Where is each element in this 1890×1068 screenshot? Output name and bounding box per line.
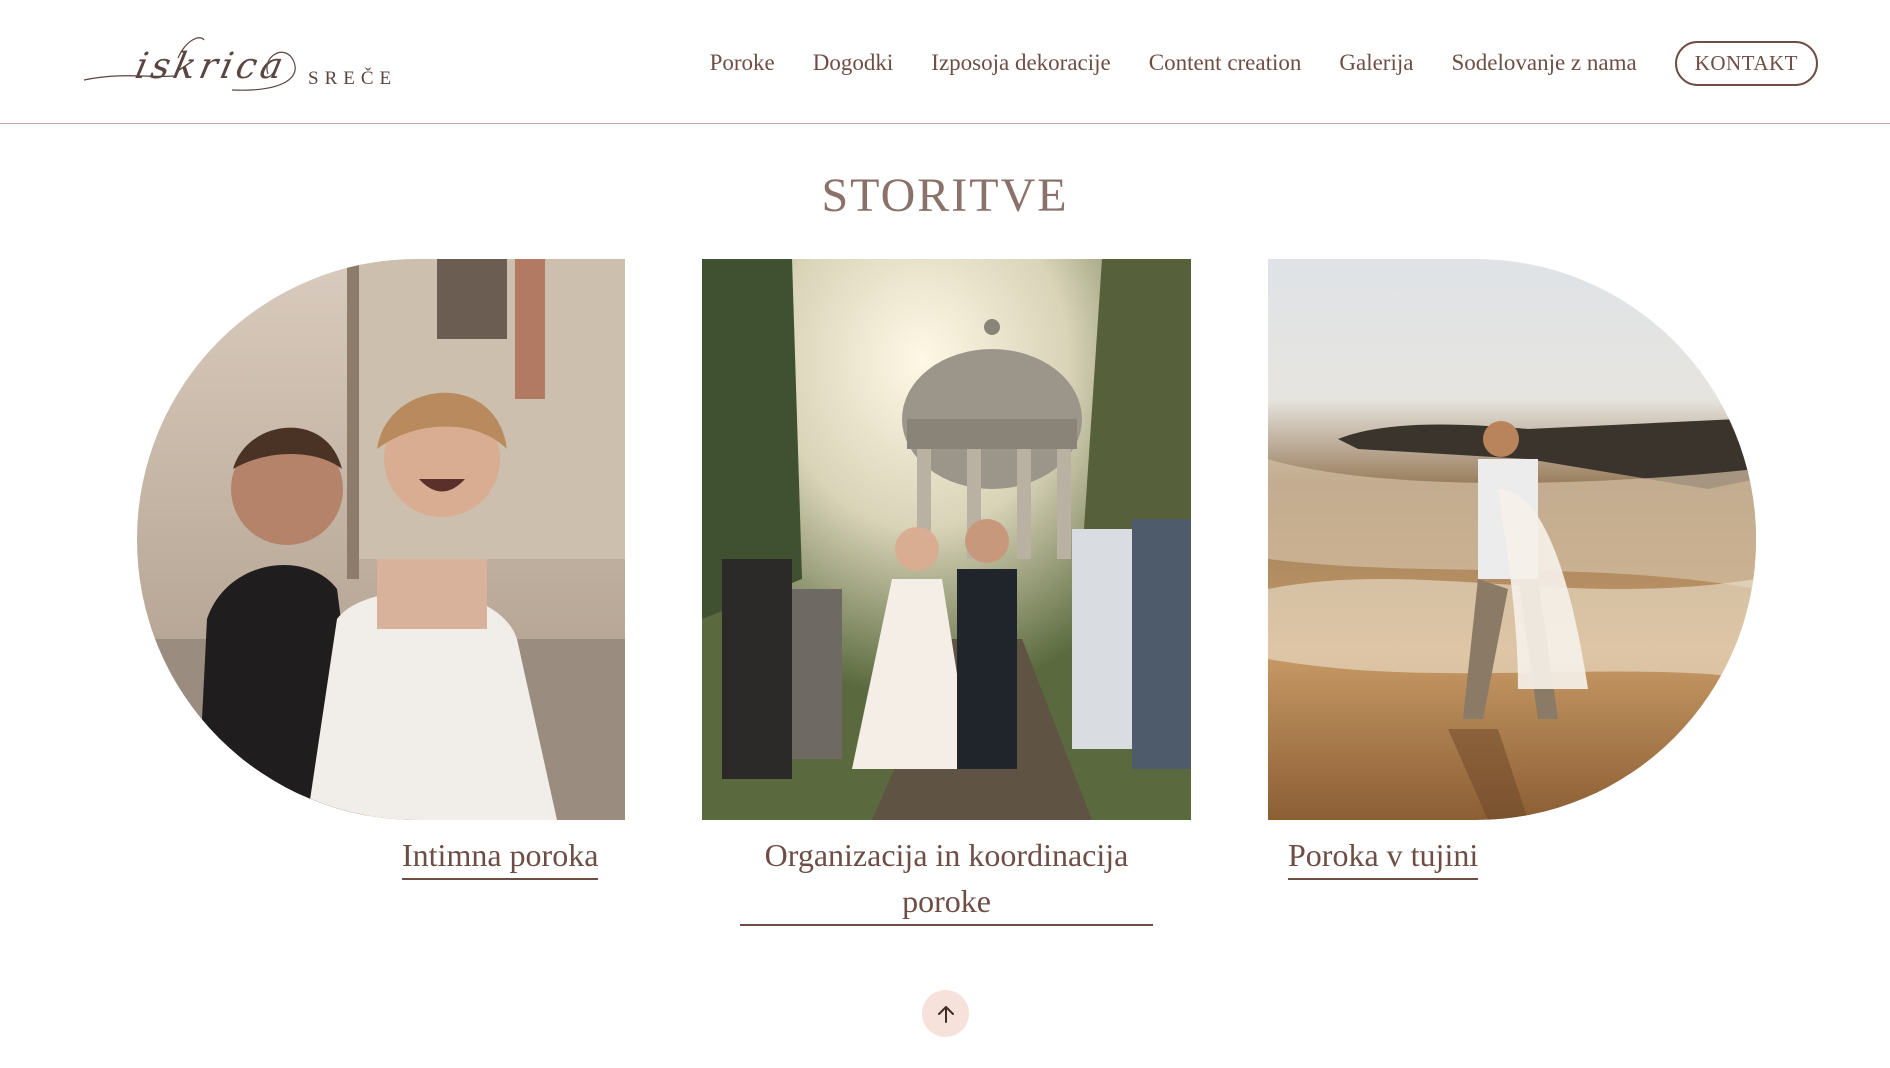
scroll-to-top-button[interactable] bbox=[922, 990, 969, 1037]
nav-item-galerija[interactable]: Galerija bbox=[1339, 50, 1413, 76]
service-link-abroad[interactable]: Poroka v tujini bbox=[1288, 832, 1479, 880]
service-link-organization[interactable]: Organizacija in koordinacija poroke bbox=[740, 832, 1153, 926]
site-header: iskrica SREČE Poroke Dogodki Izposoja de… bbox=[0, 0, 1890, 124]
couple-laughing-image bbox=[137, 259, 625, 820]
main-nav: Poroke Dogodki Izposoja dekoracije Conte… bbox=[710, 40, 1818, 86]
contact-button[interactable]: KONTAKT bbox=[1674, 40, 1818, 86]
logo-script-text: iskrica bbox=[131, 46, 291, 87]
nav-item-izposoja-dekoracije[interactable]: Izposoja dekoracije bbox=[931, 50, 1110, 76]
service-image-organization[interactable] bbox=[702, 259, 1191, 820]
nav-item-poroke[interactable]: Poroke bbox=[710, 50, 775, 76]
service-image-abroad[interactable] bbox=[1268, 259, 1756, 820]
section-title: STORITVE bbox=[821, 169, 1069, 222]
service-image-intimate-wedding[interactable] bbox=[137, 259, 625, 820]
nav-item-content-creation[interactable]: Content creation bbox=[1149, 50, 1302, 76]
site-logo[interactable]: iskrica SREČE bbox=[82, 28, 402, 98]
beach-couple-image bbox=[1268, 259, 1756, 820]
arrow-up-icon bbox=[937, 1005, 954, 1023]
wedding-ceremony-image bbox=[702, 259, 1191, 820]
logo-word-text: SREČE bbox=[308, 68, 398, 89]
service-link-intimate-wedding[interactable]: Intimna poroka bbox=[402, 832, 599, 880]
nav-item-sodelovanje-z-nama[interactable]: Sodelovanje z nama bbox=[1451, 50, 1636, 76]
nav-item-dogodki[interactable]: Dogodki bbox=[813, 50, 894, 76]
